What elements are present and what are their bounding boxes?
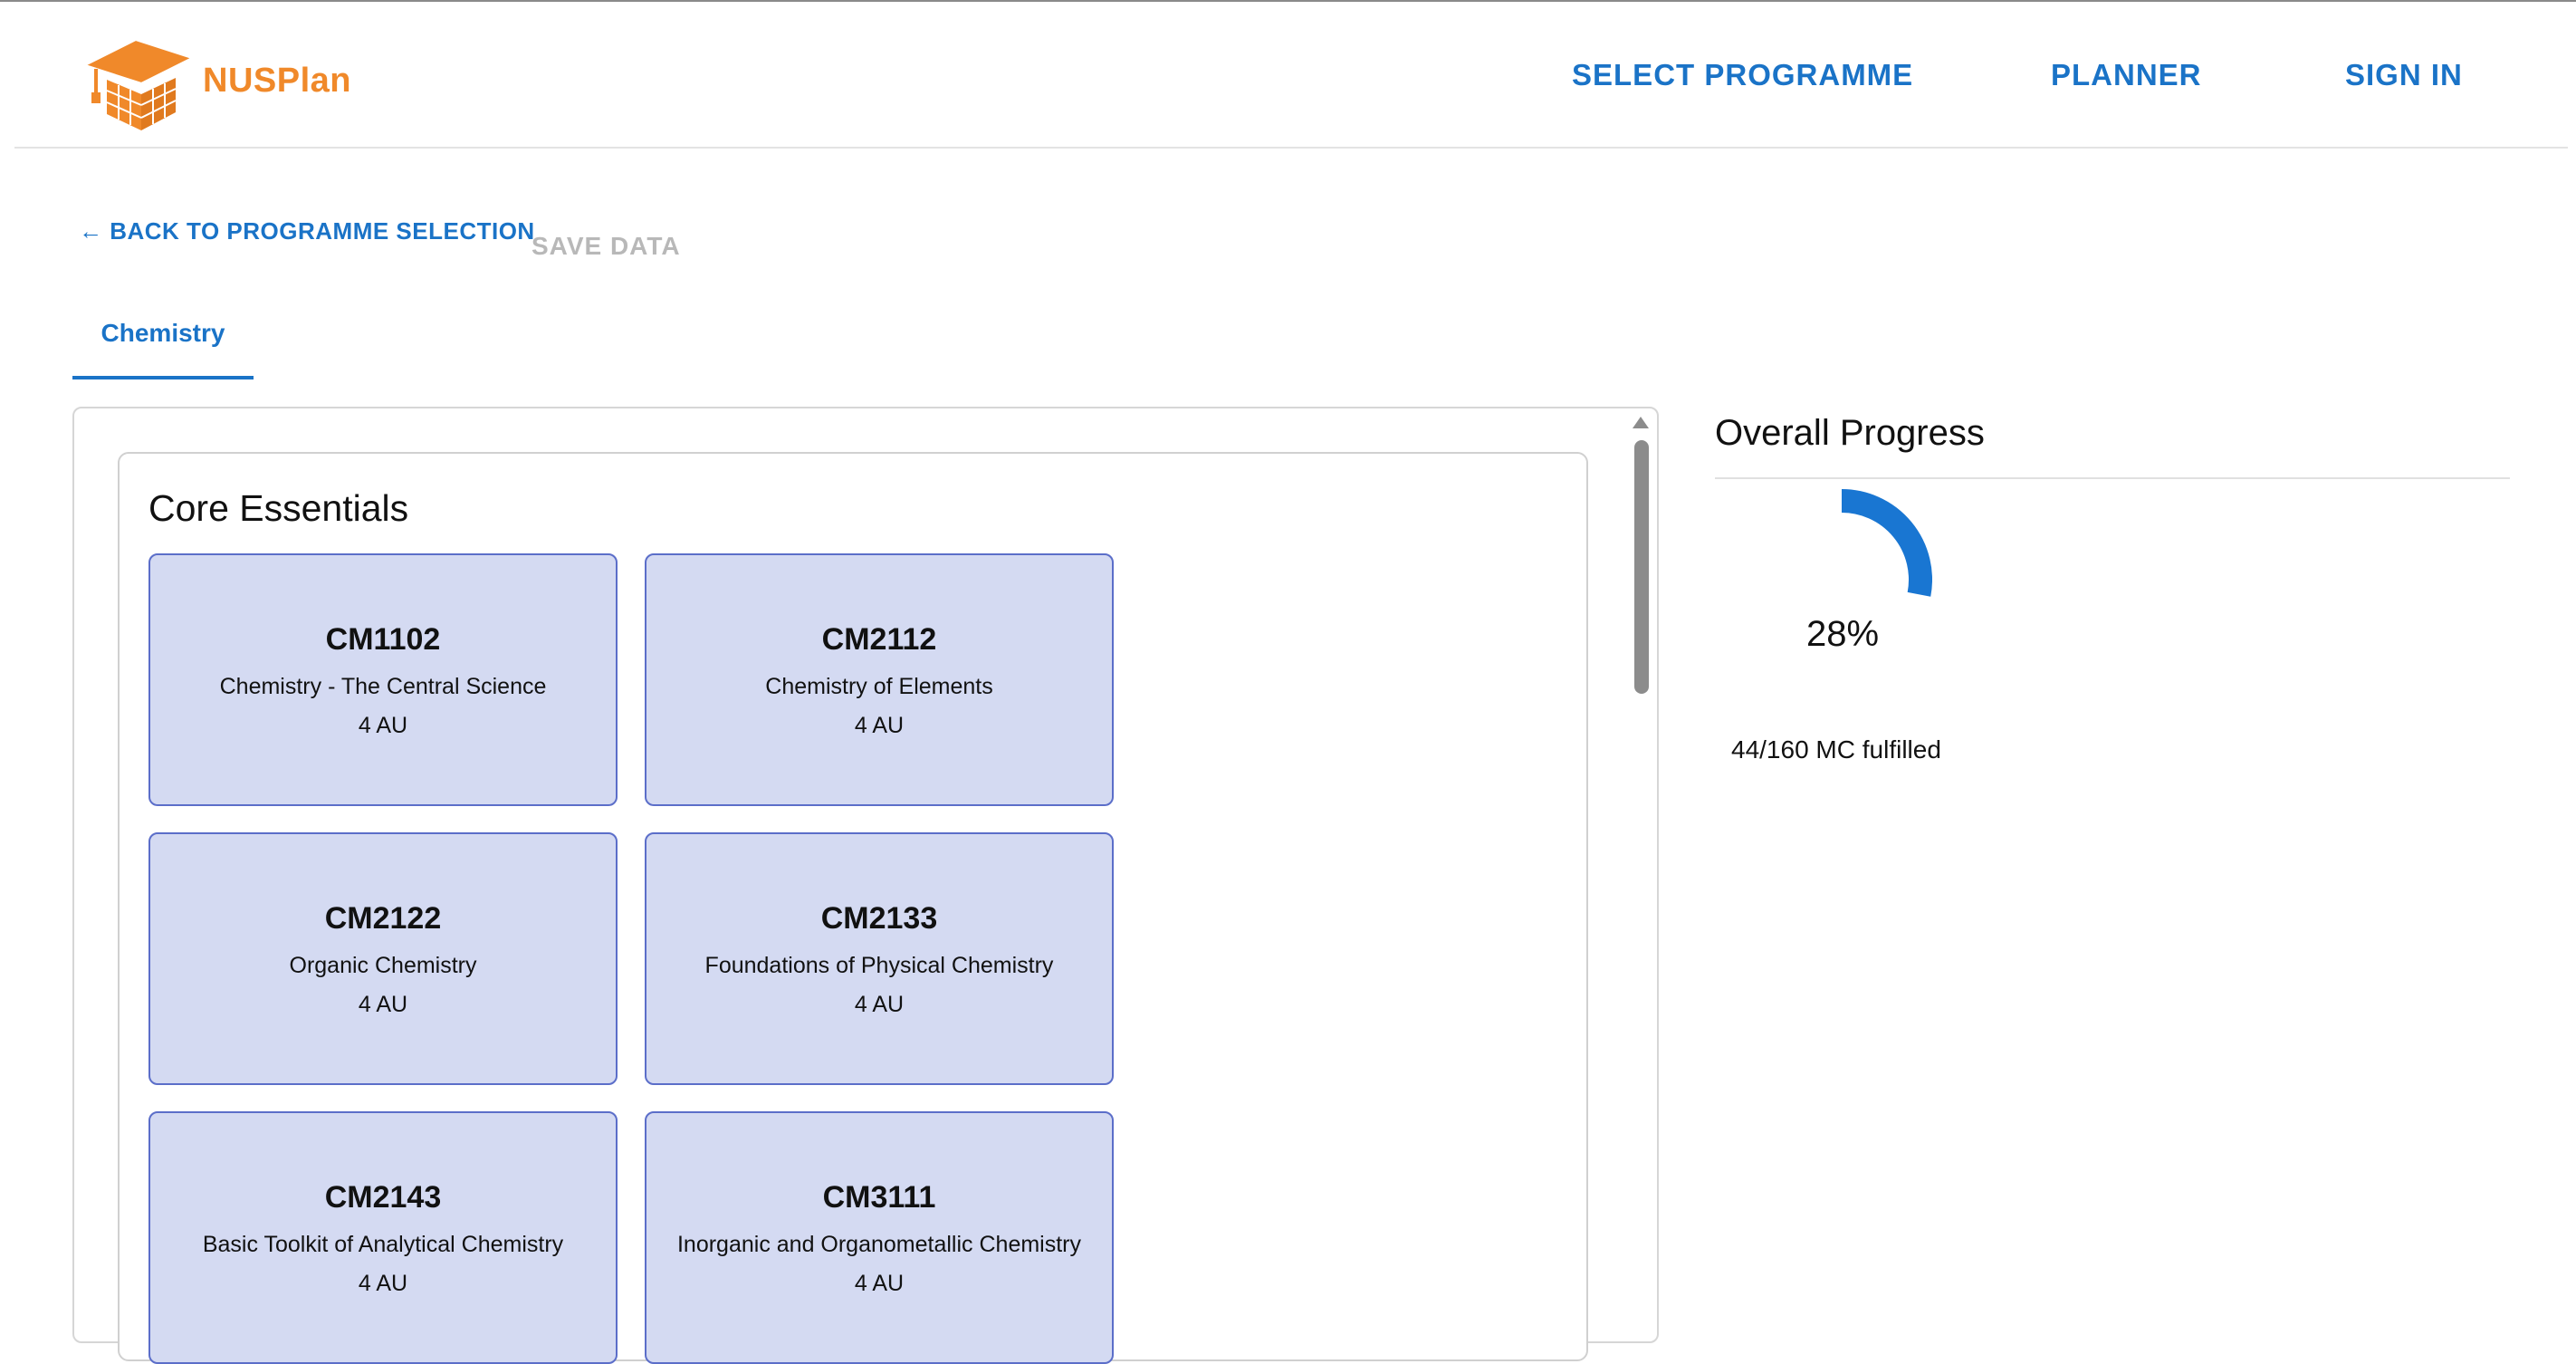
module-code: CM2122 — [324, 901, 442, 936]
graduation-cap-box-icon — [82, 38, 195, 130]
mc-fulfilled-label: 44/160 MC fulfilled — [1731, 735, 1941, 764]
module-units: 4 AU — [358, 1271, 408, 1296]
nav-planner[interactable]: PLANNER — [2051, 58, 2202, 92]
brand-name: NUSPlan — [203, 61, 351, 100]
module-card[interactable]: CM3111 Inorganic and Organometallic Chem… — [645, 1111, 1114, 1364]
module-title: Basic Toolkit of Analytical Chemistry — [202, 1232, 564, 1257]
module-card[interactable]: CM1102 Chemistry - The Central Science 4… — [148, 553, 618, 806]
progress-title: Overall Progress — [1715, 413, 1985, 453]
module-units: 4 AU — [854, 992, 905, 1017]
module-code: CM2112 — [821, 622, 937, 657]
scroll-up-arrow-icon[interactable] — [1633, 417, 1649, 428]
module-code: CM1102 — [325, 622, 441, 657]
module-units: 4 AU — [854, 1271, 905, 1296]
progress-percent: 28% — [1805, 614, 1880, 654]
module-code: CM2143 — [324, 1180, 442, 1215]
module-units: 4 AU — [358, 992, 408, 1017]
module-card[interactable]: CM2133 Foundations of Physical Chemistry… — [645, 832, 1114, 1085]
module-card[interactable]: CM2112 Chemistry of Elements 4 AU — [645, 553, 1114, 806]
module-title: Foundations of Physical Chemistry — [704, 953, 1054, 978]
module-title: Inorganic and Organometallic Chemistry — [676, 1232, 1082, 1257]
save-data-button[interactable]: SAVE DATA — [531, 232, 681, 261]
scrollbar-thumb[interactable] — [1634, 440, 1649, 694]
tab-chemistry[interactable]: Chemistry — [72, 308, 254, 379]
module-card[interactable]: CM2122 Organic Chemistry 4 AU — [148, 832, 618, 1085]
brand-logo[interactable]: NUSPlan — [80, 31, 351, 130]
progress-divider — [1715, 477, 2510, 479]
module-card[interactable]: CM2143 Basic Toolkit of Analytical Chemi… — [148, 1111, 618, 1364]
module-title: Chemistry - The Central Science — [219, 674, 547, 699]
tab-label: Chemistry — [101, 319, 225, 347]
nav-select-programme[interactable]: SELECT PROGRAMME — [1572, 58, 1913, 92]
module-title: Chemistry of Elements — [765, 674, 993, 699]
back-to-programme-selection-link[interactable]: ← BACK TO PROGRAMME SELECTION — [79, 217, 535, 245]
requirement-group-title: Core Essentials — [148, 487, 409, 529]
progress-arc — [1841, 489, 1932, 597]
module-units: 4 AU — [854, 713, 905, 738]
module-units: 4 AU — [358, 713, 408, 738]
nav-sign-in[interactable]: SIGN IN — [2345, 58, 2463, 92]
module-code: CM3111 — [822, 1180, 936, 1215]
module-code: CM2133 — [820, 901, 938, 936]
module-title: Organic Chemistry — [289, 953, 477, 978]
